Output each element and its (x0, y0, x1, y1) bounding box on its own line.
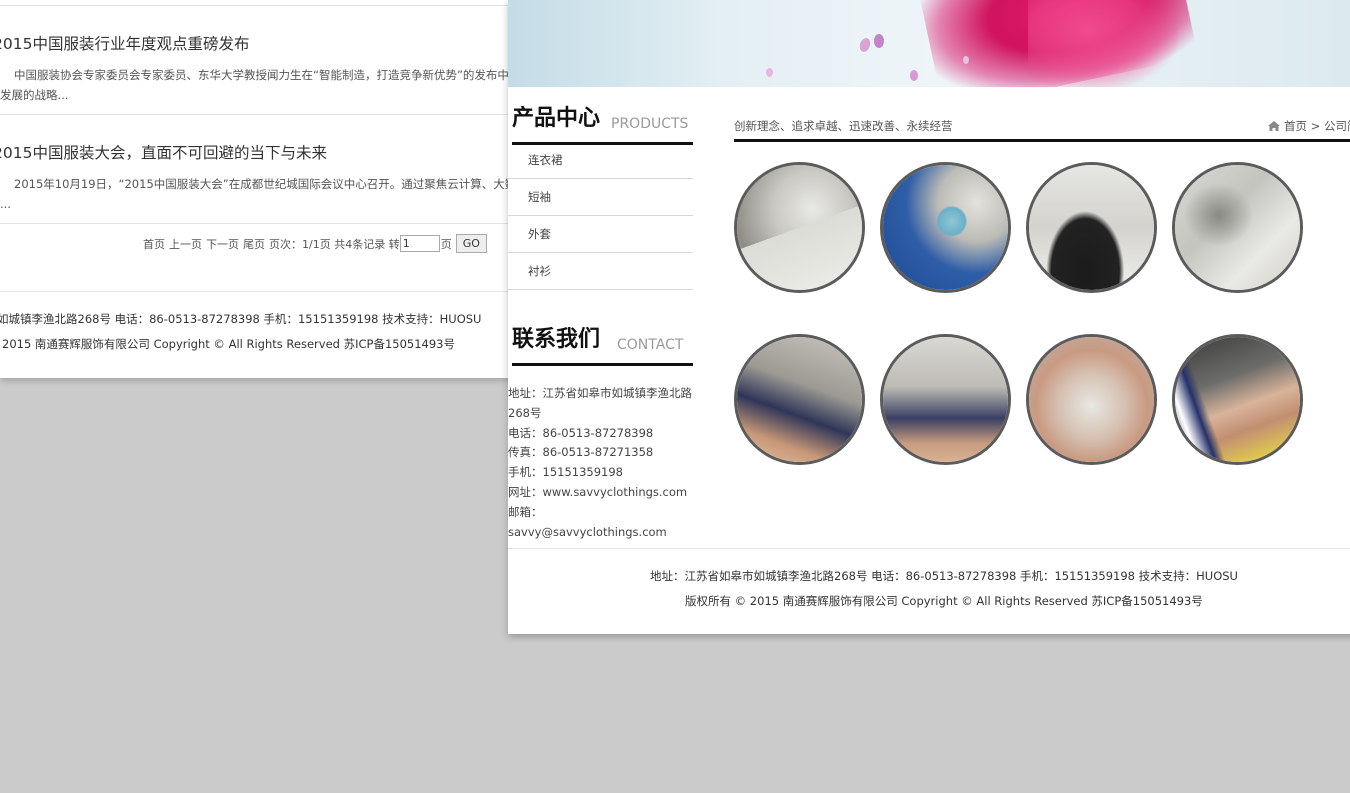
news-summary-line: 发展的战略... (0, 88, 69, 102)
gallery-photo[interactable] (734, 162, 865, 293)
news-item[interactable]: 2015中国服装大会，直面不可回避的当下与未来 2015年10月19日，“201… (0, 114, 512, 224)
breadcrumb-home-link[interactable]: 首页 (1284, 119, 1307, 133)
news-title[interactable]: 2015中国服装大会，直面不可回避的当下与未来 (0, 141, 327, 163)
contact-address: 地址：江苏省如皋市如城镇李渔北路268号 (508, 386, 692, 420)
gallery-photo[interactable] (1172, 334, 1303, 465)
pagination: 首页 上一页 下一页 尾页 页次：1/1页 共4条记录 转 页 GO (143, 234, 487, 253)
breadcrumb-current: 公司简 (1323, 119, 1350, 133)
banner-fabric (1028, 0, 1178, 87)
gallery-photo[interactable] (880, 334, 1011, 465)
contact-phone: 电话：86-0513-87278398 (508, 425, 654, 440)
flower-petal (910, 70, 918, 81)
category-list: 连衣裙 短袖 外套 衬衫 (508, 142, 693, 290)
contact-heading-cn: 联系我们 (512, 327, 601, 352)
footer-copyright-line: 版权所有 © 2015 南通赛辉服饰有限公司 Copyright © All R… (685, 594, 1203, 608)
category-item[interactable]: 连衣裙 (508, 142, 693, 179)
breadcrumb: 首页 > 公司简 (1268, 118, 1350, 134)
footer-contact-line: 如城镇李渔北路268号 电话：86-0513-87278398 手机：15151… (0, 312, 482, 326)
gallery-photo[interactable] (734, 334, 865, 465)
go-button[interactable]: GO (455, 234, 487, 253)
breadcrumb-separator: > (1310, 119, 1321, 133)
news-item[interactable]: 2015中国服装行业年度观点重磅发布 中国服装协会专家委员会专家委员、东华大学教… (0, 6, 512, 115)
category-item[interactable]: 短袖 (508, 179, 693, 216)
flower-petal (857, 36, 873, 54)
news-summary-line: ... (0, 197, 11, 211)
footer: 如城镇李渔北路268号 电话：86-0513-87278398 手机：15151… (0, 291, 512, 351)
contact-heading: 联系我们 CONTACT (512, 311, 693, 366)
news-title[interactable]: 2015中国服装行业年度观点重磅发布 (0, 32, 249, 54)
contact-info: 地址：江苏省如皋市如城镇李渔北路268号 电话：86-0513-87278398… (508, 384, 698, 542)
footer-copyright-line: 2015 南通赛辉服饰有限公司 Copyright © All Rights R… (2, 337, 455, 351)
contact-website[interactable]: 网址：www.savvyclothings.com (508, 483, 698, 503)
news-summary: 中国服装协会专家委员会专家委员、东华大学教授闻力生在“智能制造，打造竞争新优势”… (0, 65, 512, 105)
products-heading-en: PRODUCTS (611, 116, 689, 132)
gallery-photo[interactable] (880, 162, 1011, 293)
gallery-photo[interactable] (1026, 334, 1157, 465)
flower-petal (766, 68, 773, 77)
content-header: 创新理念、追求卓越、迅速改善、永续经营 首页 > 公司简 (734, 110, 1350, 142)
background-window: 2015中国服装行业年度观点重磅发布 中国服装协会专家委员会专家委员、东华大学教… (0, 0, 512, 378)
pager-next-link[interactable]: 下一页 (206, 236, 239, 252)
gallery-photo[interactable] (1172, 162, 1303, 293)
home-icon (1268, 120, 1280, 131)
category-item[interactable]: 衬衫 (508, 253, 693, 290)
pager-first-link[interactable]: 首页 (143, 236, 165, 252)
pager-info: 页次：1/1页 共4条记录 转 (269, 237, 400, 251)
footer: 地址：江苏省如皋市如城镇李渔北路268号 电话：86-0513-87278398… (508, 548, 1350, 608)
news-summary: 2015年10月19日，“2015中国服装大会”在成都世纪城国际会议中心召开。通… (0, 174, 512, 214)
contact-mobile: 手机：15151359198 (508, 465, 623, 480)
products-heading: 产品中心 PRODUCTS (512, 90, 693, 145)
banner-image (508, 0, 1350, 87)
pager-page-suffix: 页 (440, 237, 452, 251)
contact-email[interactable]: 邮箱：savvy@savvyclothings.com (508, 503, 698, 543)
products-heading-cn: 产品中心 (512, 106, 601, 131)
category-item[interactable]: 外套 (508, 216, 693, 253)
contact-fax: 传真：86-0513-87271358 (508, 445, 654, 460)
flower-petal (963, 56, 969, 64)
slogan: 创新理念、追求卓越、迅速改善、永续经营 (734, 119, 953, 133)
contact-heading-en: CONTACT (617, 337, 684, 353)
page-number-input[interactable] (399, 235, 440, 252)
foreground-window: 产品中心 PRODUCTS 连衣裙 短袖 外套 衬衫 联系我们 CONTACT … (508, 0, 1350, 634)
footer-contact-line: 地址：江苏省如皋市如城镇李渔北路268号 电话：86-0513-87278398… (650, 569, 1238, 583)
news-summary-line: 2015年10月19日，“2015中国服装大会”在成都世纪城国际会议中心召开。通… (14, 177, 512, 191)
pager-prev-link[interactable]: 上一页 (169, 236, 202, 252)
news-summary-line: 中国服装协会专家委员会专家委员、东华大学教授闻力生在“智能制造，打造竞争新优势”… (14, 68, 512, 82)
pager-last-link[interactable]: 尾页 (243, 236, 265, 252)
gallery-photo[interactable] (1026, 162, 1157, 293)
flower-petal (874, 34, 884, 48)
